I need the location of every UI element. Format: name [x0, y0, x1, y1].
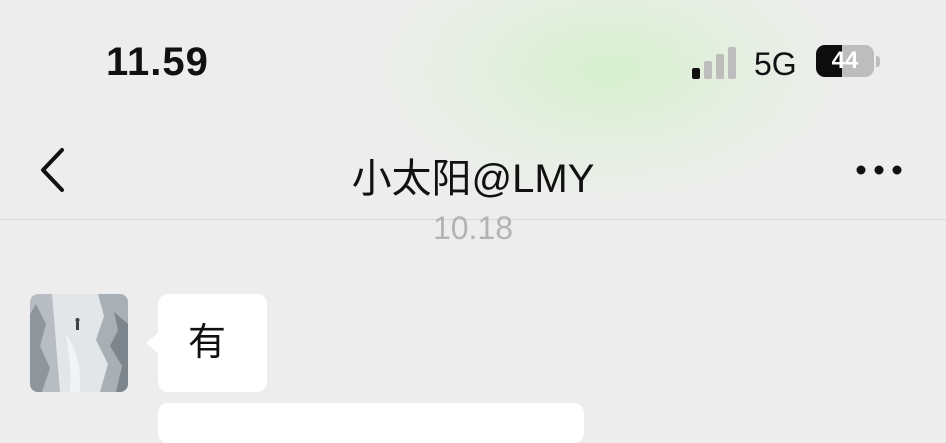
chat-title: 小太阳@LMY — [351, 157, 595, 201]
battery-level: 44 — [831, 47, 859, 74]
ellipsis-icon[interactable] — [846, 144, 912, 196]
message-bubble[interactable] — [158, 403, 584, 443]
avatar-image — [30, 294, 128, 392]
message-bubble[interactable]: 有 — [146, 294, 267, 392]
status-bar: 11.59 5G 44 — [0, 0, 946, 120]
battery-icon: 44 — [816, 45, 880, 79]
message-text: 有 — [187, 322, 226, 364]
battery-cap — [876, 56, 880, 67]
contact-avatar[interactable] — [30, 294, 128, 392]
battery-body: 44 — [816, 45, 874, 77]
signal-strength-icon — [692, 47, 736, 79]
chat-timestamp: 10.18 — [432, 210, 514, 246]
chevron-left-icon[interactable] — [30, 142, 82, 198]
nav-bar: 小太阳@LMY — [0, 120, 946, 220]
status-time: 11.59 — [106, 40, 209, 84]
network-type: 5G — [754, 46, 797, 82]
